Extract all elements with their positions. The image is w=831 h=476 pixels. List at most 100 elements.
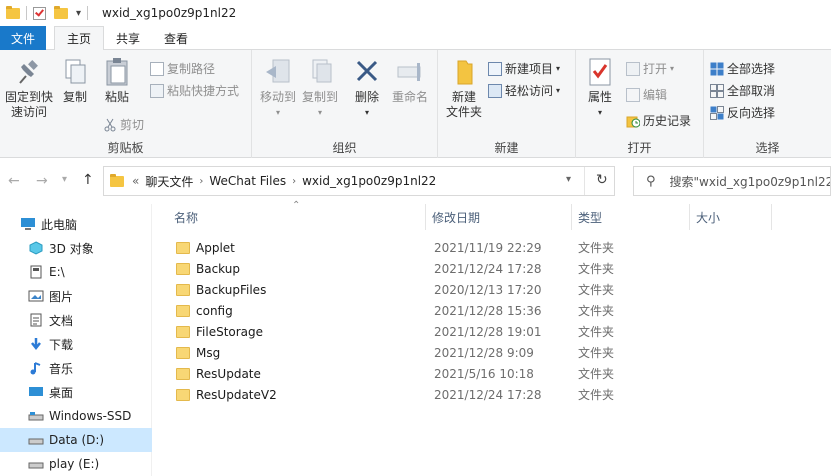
cut-button[interactable]: 剪切	[103, 116, 144, 133]
table-row[interactable]: FileStorage 2021/12/28 19:01 文件夹	[168, 321, 768, 342]
new-item-button[interactable]: 新建项目 ▾	[488, 60, 560, 77]
copy-to-dropdown-icon: ▾	[317, 108, 322, 117]
move-to-dropdown-icon: ▾	[275, 108, 280, 117]
table-row[interactable]: ResUpdate 2021/5/16 10:18 文件夹	[168, 363, 768, 384]
tab-share[interactable]: 共享	[104, 26, 152, 50]
table-row[interactable]: BackupFiles 2020/12/13 17:20 文件夹	[168, 279, 768, 300]
easy-access-icon	[488, 83, 502, 98]
pictures-icon	[28, 289, 44, 303]
properties-check-icon[interactable]	[33, 6, 46, 20]
organize-group: 移动到 ▾ 复制到 ▾ 删除 ▾ 重命名 组织	[252, 50, 438, 158]
copy-to-button[interactable]: 复制到 ▾	[298, 56, 342, 120]
organize-group-label: 组织	[332, 141, 357, 155]
ribbon-tabs: 文件 主页 共享 查看	[0, 26, 831, 51]
copy-button[interactable]: 复制	[58, 56, 92, 105]
search-placeholder: 搜索"wxid_xg1po0z9p1nl22"	[669, 174, 831, 189]
paste-icon	[102, 56, 132, 88]
delete-x-icon	[352, 56, 382, 88]
drive-icon	[28, 433, 44, 447]
edit-icon	[626, 87, 640, 102]
nav-item-pictures[interactable]: 图片	[0, 284, 152, 308]
select-all-button[interactable]: 全部选择	[710, 60, 775, 77]
overflow-crumb-icon[interactable]: «	[132, 174, 139, 188]
column-header-name[interactable]: 名称	[168, 204, 426, 230]
address-dropdown-icon[interactable]: ▾	[566, 174, 571, 185]
delete-button[interactable]: 删除 ▾	[350, 56, 384, 120]
title-bar: ▾ wxid_xg1po0z9p1nl22	[0, 0, 831, 26]
paste-shortcut-icon	[150, 83, 164, 98]
tab-view[interactable]: 查看	[152, 26, 200, 50]
nav-item-music[interactable]: 音乐	[0, 356, 152, 380]
folder-icon	[176, 367, 190, 380]
download-icon	[28, 337, 44, 351]
column-header-size[interactable]: 大小	[690, 204, 772, 230]
nav-item-e-drive[interactable]: E:\	[0, 260, 152, 284]
new-folder-button[interactable]: 新建 文件夹	[442, 56, 486, 120]
nav-item-documents[interactable]: 文档	[0, 308, 152, 332]
paste-button[interactable]: 粘贴	[97, 56, 137, 105]
table-row[interactable]: Backup 2021/12/24 17:28 文件夹	[168, 258, 768, 279]
nav-item-downloads[interactable]: 下载	[0, 332, 152, 356]
paste-shortcut-button[interactable]: 粘贴快捷方式	[150, 82, 239, 99]
recent-locations-icon[interactable]: ▾	[62, 174, 67, 185]
history-button[interactable]: 历史记录	[626, 112, 691, 129]
up-arrow-icon[interactable]: ↑	[82, 172, 94, 188]
tab-home[interactable]: 主页	[54, 26, 105, 51]
computer-icon	[20, 217, 36, 231]
nav-item-data-d[interactable]: Data (D:)	[0, 428, 152, 452]
drive-icon	[28, 409, 44, 423]
table-row[interactable]: ResUpdateV2 2021/12/24 17:28 文件夹	[168, 384, 768, 405]
nav-item-play-e[interactable]: play (E:)	[0, 452, 152, 476]
rename-button[interactable]: 重命名	[388, 56, 432, 105]
location-folder-icon	[110, 173, 124, 187]
properties-icon	[585, 56, 615, 88]
forward-arrow-icon[interactable]: →	[36, 173, 48, 189]
folder-icon	[176, 262, 190, 275]
folder-icon	[176, 304, 190, 317]
properties-button[interactable]: 属性 ▾	[582, 56, 618, 120]
table-row[interactable]: Applet 2021/11/19 22:29 文件夹	[168, 237, 768, 258]
column-header-type[interactable]: 类型	[572, 204, 690, 230]
easy-access-button[interactable]: 轻松访问 ▾	[488, 82, 560, 99]
folder-icon	[176, 388, 190, 401]
pin-icon	[14, 56, 44, 88]
breadcrumb-chat-files[interactable]: 聊天文件	[145, 173, 193, 190]
nav-item-desktop[interactable]: 桌面	[0, 380, 152, 404]
back-arrow-icon[interactable]: ←	[8, 173, 20, 189]
chevron-right-icon[interactable]: ›	[292, 176, 296, 187]
new-group-label: 新建	[494, 141, 519, 155]
refresh-icon[interactable]: ↻	[596, 172, 608, 188]
tab-file[interactable]: 文件	[0, 26, 46, 50]
edit-button[interactable]: 编辑	[626, 86, 667, 103]
folder-icon	[176, 325, 190, 338]
column-header-date[interactable]: 修改日期	[426, 204, 572, 230]
select-all-icon	[710, 62, 724, 76]
ribbon: 固定到快 速访问 复制 粘贴 复制路径 粘贴快捷方式 剪切 剪贴板 移动到 ▾ …	[0, 50, 831, 158]
address-bar[interactable]: « 聊天文件 › WeChat Files › wxid_xg1po0z9p1n…	[103, 166, 615, 196]
copy-path-button[interactable]: 复制路径	[150, 60, 215, 77]
new-item-icon	[488, 61, 502, 76]
move-to-icon	[263, 56, 293, 88]
customize-dropdown-icon[interactable]: ▾	[76, 8, 81, 19]
3d-objects-icon	[28, 241, 44, 255]
table-row[interactable]: config 2021/12/28 15:36 文件夹	[168, 300, 768, 321]
new-group: 新建 文件夹 新建项目 ▾ 轻松访问 ▾ 新建	[438, 50, 576, 158]
table-row[interactable]: Msg 2021/12/28 9:09 文件夹	[168, 342, 768, 363]
nav-item-windows-ssd[interactable]: Windows-SSD	[0, 404, 152, 428]
desktop-icon	[28, 385, 44, 399]
select-none-button[interactable]: 全部取消	[710, 82, 775, 99]
copy-icon	[60, 56, 90, 88]
pin-to-quick-access-button[interactable]: 固定到快 速访问	[2, 56, 56, 120]
open-icon	[626, 61, 640, 76]
breadcrumb-current-folder[interactable]: wxid_xg1po0z9p1nl22	[302, 174, 436, 188]
new-folder-icon[interactable]	[54, 5, 68, 19]
move-to-button[interactable]: 移动到 ▾	[256, 56, 300, 120]
nav-item-3d-objects[interactable]: 3D 对象	[0, 236, 152, 260]
open-button[interactable]: 打开 ▾	[626, 60, 674, 77]
chevron-right-icon[interactable]: ›	[199, 176, 203, 187]
search-input[interactable]: ⚲ 搜索"wxid_xg1po0z9p1nl22"	[633, 166, 831, 196]
nav-item-this-pc[interactable]: 此电脑	[0, 212, 152, 236]
easy-access-dropdown-icon: ▾	[556, 86, 561, 95]
breadcrumb-wechat-files[interactable]: WeChat Files	[209, 174, 286, 188]
invert-selection-button[interactable]: 反向选择	[710, 104, 775, 121]
